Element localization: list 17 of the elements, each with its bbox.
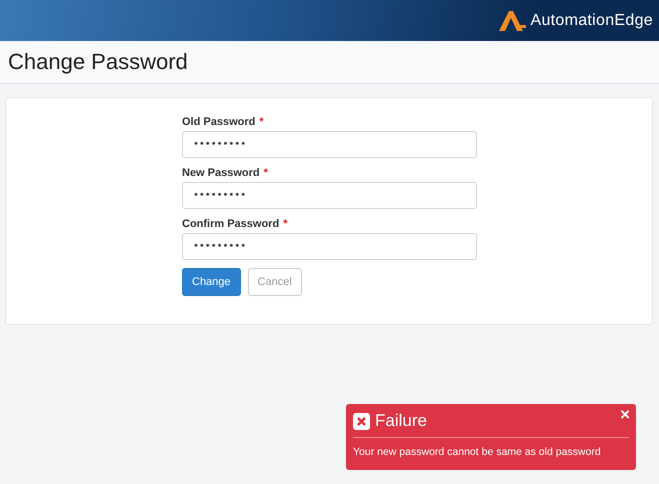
required-mark: * [283, 218, 288, 230]
close-button[interactable]: × [620, 406, 630, 423]
logo-icon [497, 10, 528, 30]
required-mark: * [264, 167, 268, 179]
error-icon [353, 412, 370, 430]
page-title: Change Password [8, 49, 188, 75]
toast-title: Failure [375, 411, 427, 431]
required-mark: * [259, 116, 264, 128]
password-field[interactable]: ••••••••• [182, 131, 477, 158]
toast-message: Your new password cannot be same as old password [353, 446, 602, 458]
password-field[interactable]: ••••••••• [182, 182, 477, 209]
password-field[interactable]: ••••••••• [182, 233, 477, 260]
logo-text: AutomationEdge [530, 12, 653, 30]
field-label: Old Password [182, 116, 256, 128]
field-label: Confirm Password [182, 218, 280, 230]
change-button[interactable]: Change [182, 268, 241, 296]
field-label: New Password [182, 167, 260, 179]
